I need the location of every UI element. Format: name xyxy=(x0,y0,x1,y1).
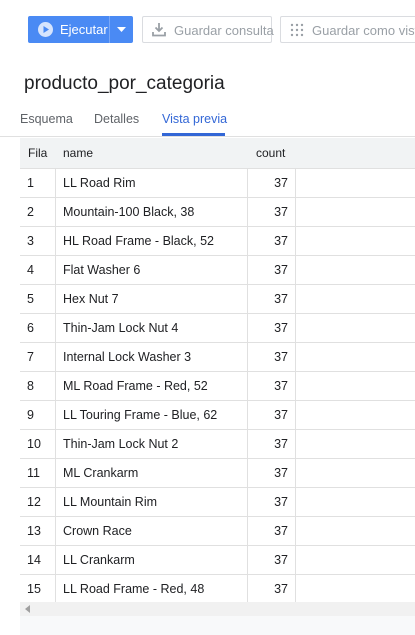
cell-count: 37 xyxy=(248,285,296,313)
cell-name: LL Road Rim xyxy=(56,169,248,197)
table-row[interactable]: 6 Thin-Jam Lock Nut 4 37 xyxy=(20,314,415,343)
query-toolbar: Ejecutar Guardar consulta Guardar como v… xyxy=(0,0,415,58)
scroll-left-icon[interactable] xyxy=(25,605,30,613)
table-row[interactable]: 3 HL Road Frame - Black, 52 37 xyxy=(20,227,415,256)
cell-count: 37 xyxy=(248,256,296,284)
save-query-button[interactable]: Guardar consulta xyxy=(142,16,274,43)
grid-dots-icon xyxy=(290,23,304,37)
cell-name: Crown Race xyxy=(56,517,248,545)
chevron-down-icon xyxy=(117,27,126,32)
cell-name: LL Road Frame - Red, 48 xyxy=(56,575,248,602)
table-row[interactable]: 13 Crown Race 37 xyxy=(20,517,415,546)
cell-count: 37 xyxy=(248,488,296,516)
page-title: producto_por_categoria xyxy=(24,72,225,94)
cell-fila: 12 xyxy=(20,488,56,516)
cell-fila: 3 xyxy=(20,227,56,255)
table-row[interactable]: 9 LL Touring Frame - Blue, 62 37 xyxy=(20,401,415,430)
cell-fila: 2 xyxy=(20,198,56,226)
cell-name: HL Road Frame - Black, 52 xyxy=(56,227,248,255)
table-row[interactable]: 10 Thin-Jam Lock Nut 2 37 xyxy=(20,430,415,459)
cell-fila: 6 xyxy=(20,314,56,342)
cell-fila: 11 xyxy=(20,459,56,487)
cell-count: 37 xyxy=(248,459,296,487)
table-header: Fila name count xyxy=(20,138,415,169)
horizontal-scrollbar[interactable] xyxy=(20,602,415,616)
run-button-group: Ejecutar xyxy=(28,16,133,43)
cell-count: 37 xyxy=(248,401,296,429)
cell-count: 37 xyxy=(248,517,296,545)
table-row[interactable]: 5 Hex Nut 7 37 xyxy=(20,285,415,314)
cell-count: 37 xyxy=(248,227,296,255)
table-row[interactable]: 4 Flat Washer 6 37 xyxy=(20,256,415,285)
play-icon xyxy=(38,22,53,37)
active-tab-indicator xyxy=(162,133,225,136)
cell-count: 37 xyxy=(248,372,296,400)
cell-count: 37 xyxy=(248,575,296,602)
cell-fila: 1 xyxy=(20,169,56,197)
cell-count: 37 xyxy=(248,314,296,342)
cell-fila: 7 xyxy=(20,343,56,371)
cell-name: ML Road Frame - Red, 52 xyxy=(56,372,248,400)
cell-name: LL Mountain Rim xyxy=(56,488,248,516)
cell-fila: 5 xyxy=(20,285,56,313)
cell-name: Hex Nut 7 xyxy=(56,285,248,313)
cell-fila: 9 xyxy=(20,401,56,429)
table-row[interactable]: 7 Internal Lock Washer 3 37 xyxy=(20,343,415,372)
download-icon xyxy=(152,23,166,37)
cell-name: ML Crankarm xyxy=(56,459,248,487)
cell-count: 37 xyxy=(248,430,296,458)
table-row[interactable]: 11 ML Crankarm 37 xyxy=(20,459,415,488)
cell-count: 37 xyxy=(248,546,296,574)
tab-schema[interactable]: Esquema xyxy=(20,112,73,126)
run-label: Ejecutar xyxy=(60,22,108,37)
cell-fila: 4 xyxy=(20,256,56,284)
table-row[interactable]: 15 LL Road Frame - Red, 48 37 xyxy=(20,575,415,602)
results-table: Fila name count 1 LL Road Rim 37 2 Mountain-… xyxy=(20,138,415,602)
table-row[interactable]: 1 LL Road Rim 37 xyxy=(20,169,415,198)
column-header-name[interactable]: name xyxy=(63,146,93,160)
cell-fila: 15 xyxy=(20,575,56,602)
column-header-fila: Fila xyxy=(28,146,48,160)
cell-name: Thin-Jam Lock Nut 2 xyxy=(56,430,248,458)
bottom-area xyxy=(20,616,415,635)
tab-details[interactable]: Detalles xyxy=(94,112,139,126)
run-options-button[interactable] xyxy=(110,16,133,43)
cell-count: 37 xyxy=(248,343,296,371)
column-header-count[interactable]: count xyxy=(256,146,285,160)
cell-fila: 13 xyxy=(20,517,56,545)
table-row[interactable]: 12 LL Mountain Rim 37 xyxy=(20,488,415,517)
cell-name: Mountain-100 Black, 38 xyxy=(56,198,248,226)
cell-fila: 14 xyxy=(20,546,56,574)
cell-count: 37 xyxy=(248,169,296,197)
cell-name: Internal Lock Washer 3 xyxy=(56,343,248,371)
tab-bar: Esquema Detalles Vista previa xyxy=(0,106,415,137)
save-as-view-label: Guardar como vista xyxy=(312,23,415,38)
save-as-view-button[interactable]: Guardar como vista xyxy=(280,16,415,43)
cell-name: Flat Washer 6 xyxy=(56,256,248,284)
table-row[interactable]: 8 ML Road Frame - Red, 52 37 xyxy=(20,372,415,401)
cell-count: 37 xyxy=(248,198,296,226)
cell-fila: 8 xyxy=(20,372,56,400)
table-row[interactable]: 14 LL Crankarm 37 xyxy=(20,546,415,575)
tab-preview[interactable]: Vista previa xyxy=(162,112,227,126)
cell-fila: 10 xyxy=(20,430,56,458)
save-query-label: Guardar consulta xyxy=(174,23,274,38)
cell-name: LL Touring Frame - Blue, 62 xyxy=(56,401,248,429)
cell-name: Thin-Jam Lock Nut 4 xyxy=(56,314,248,342)
table-row[interactable]: 2 Mountain-100 Black, 38 37 xyxy=(20,198,415,227)
cell-name: LL Crankarm xyxy=(56,546,248,574)
run-button[interactable]: Ejecutar xyxy=(28,16,109,43)
